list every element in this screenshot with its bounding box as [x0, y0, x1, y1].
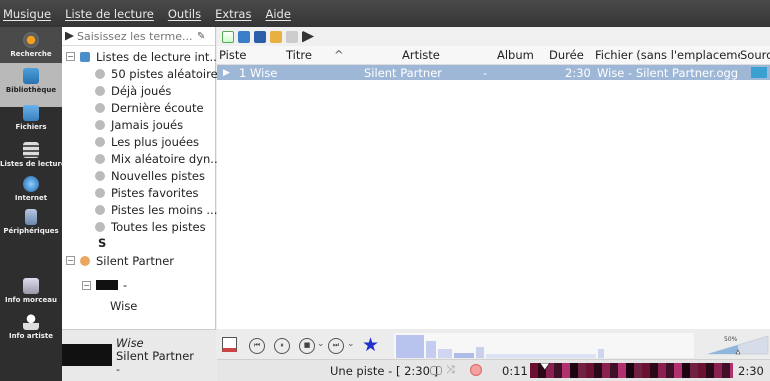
playlist-row-album: - [483, 65, 488, 80]
playlist-menu-arrow-icon[interactable] [302, 30, 314, 43]
now-playing-indicator-icon: ▶ [223, 67, 230, 78]
column-header-duration[interactable]: Durée [547, 48, 589, 62]
album-cover-thumbnail [96, 280, 118, 290]
pause-button[interactable]: ⏸ [274, 338, 290, 354]
collapse-icon[interactable]: − [66, 256, 75, 265]
menu-outils[interactable]: Outils [168, 7, 201, 21]
playlist-row-artist: Silent Partner [364, 65, 443, 80]
load-playlist-icon[interactable] [238, 30, 250, 43]
player-controls: ⏮ ⏸ ■ ⌄ ⏭ ⌄ ★ 50% [217, 329, 770, 359]
devices-icon [25, 209, 37, 225]
menu-extras[interactable]: Extras [215, 7, 251, 21]
now-playing-title: Wise [116, 336, 144, 350]
menu-bar: Musique Liste de lecture Outils Extras A… [0, 0, 770, 27]
next-options-chevron-down-icon[interactable]: ⌄ [347, 339, 355, 349]
smart-playlist-icon [95, 68, 105, 79]
song-info-icon [23, 278, 39, 294]
tree-item-artist[interactable]: − Silent Partner [66, 252, 220, 269]
artist-info-icon [23, 314, 39, 330]
menu-aide[interactable]: Aide [265, 7, 290, 21]
internet-icon [23, 176, 39, 192]
status-bar: Une piste - [ 2:30 ] ⤨ 0:11 2:30 [217, 359, 770, 381]
shuffle-icon[interactable]: ⤨ [446, 363, 455, 377]
smart-playlist-icon [95, 221, 105, 232]
library-search-input[interactable] [77, 29, 195, 43]
undo-icon[interactable] [270, 30, 282, 43]
smart-playlist-icon [95, 119, 105, 130]
menu-liste-de-lecture[interactable]: Liste de lecture [65, 7, 154, 21]
playlist-toolbar [217, 27, 770, 46]
tree-item-album[interactable]: − - [82, 276, 236, 294]
source-library-icon [751, 67, 767, 78]
library-pane: ✎ − Listes de lecture int... 50 pistes a… [62, 27, 224, 329]
playlist-row[interactable]: ▶ 1 Wise Silent Partner - 2:30 Wise - Si… [217, 65, 770, 80]
volume-slider[interactable]: 50% [706, 332, 770, 356]
column-header-album[interactable]: Album [481, 48, 547, 62]
smart-playlist-icon [95, 85, 105, 96]
album-art [62, 344, 112, 366]
playlist-row-title: Wise [250, 65, 278, 80]
repeat-icon[interactable] [430, 366, 442, 375]
now-playing-widget: Wise Silent Partner - [62, 329, 216, 381]
current-time: 0:11 [502, 364, 528, 378]
playlist-table: Piste Titre ^ Artiste Album Durée Fichie… [217, 46, 770, 329]
smart-playlist-icon [95, 170, 105, 181]
smart-playlist-icon [95, 187, 105, 198]
save-playlist-icon[interactable] [254, 30, 266, 43]
playlist-summary: Une piste - [ 2:30 ] [330, 364, 439, 378]
playlist-header-row: Piste Titre ^ Artiste Album Durée Fichie… [217, 46, 770, 65]
column-header-source[interactable]: Source [740, 48, 770, 62]
now-playing-album: - [116, 363, 120, 376]
love-star-icon[interactable]: ★ [362, 334, 379, 356]
clear-playlist-icon[interactable] [222, 337, 237, 352]
files-icon [23, 105, 39, 121]
now-playing-artist: Silent Partner [116, 349, 195, 363]
redo-icon[interactable] [286, 30, 298, 43]
library-search-bar: ✎ [62, 27, 215, 46]
artist-icon [80, 255, 90, 266]
volume-label: 50% [724, 336, 738, 343]
scrobble-icon[interactable] [470, 364, 482, 376]
search-icon [23, 32, 39, 48]
previous-track-button[interactable]: ⏮ [249, 338, 265, 354]
playlist-row-file: Wise - Silent Partner.ogg [597, 65, 739, 80]
column-header-track[interactable]: Piste [217, 48, 268, 62]
playlist-row-track: 1 [239, 65, 247, 80]
sort-ascending-icon: ^ [334, 48, 344, 62]
playlists-icon [23, 142, 39, 158]
stop-options-chevron-down-icon[interactable]: ⌄ [317, 339, 325, 349]
stop-button[interactable]: ■ [299, 338, 315, 354]
column-header-artist[interactable]: Artiste [364, 48, 481, 62]
sidebar-item-artist-info[interactable]: Info artiste [0, 309, 62, 353]
menu-musique[interactable]: Musique [3, 7, 51, 21]
sidebar-item-devices[interactable]: Périphériques [0, 204, 62, 248]
spectrum-analyzer[interactable] [394, 333, 694, 358]
wrench-icon[interactable]: ✎ [197, 31, 205, 42]
playlist-folder-icon [80, 51, 90, 62]
new-playlist-icon[interactable] [222, 30, 234, 43]
collapse-icon[interactable]: − [82, 280, 91, 290]
tree-root-smart-playlists[interactable]: − Listes de lecture int... [66, 48, 220, 65]
library-icon [23, 68, 39, 84]
column-header-title[interactable]: Titre [268, 48, 334, 62]
column-header-file[interactable]: Fichier (sans l'emplacement) [589, 48, 740, 62]
collapse-icon[interactable]: − [66, 52, 75, 61]
smart-playlist-icon [95, 136, 105, 147]
seek-moodbar[interactable] [530, 363, 733, 378]
playlist-row-duration: 2:30 [565, 65, 591, 80]
smart-playlist-icon [95, 102, 105, 113]
sidebar: Recherche Bibliothèque Fichiers Listes d… [0, 27, 62, 381]
filter-arrow-icon[interactable] [65, 31, 74, 41]
smart-playlist-icon [95, 204, 105, 215]
next-track-button[interactable]: ⏭ [328, 338, 344, 354]
smart-playlist-icon [95, 153, 105, 164]
total-time: 2:30 [738, 364, 764, 378]
